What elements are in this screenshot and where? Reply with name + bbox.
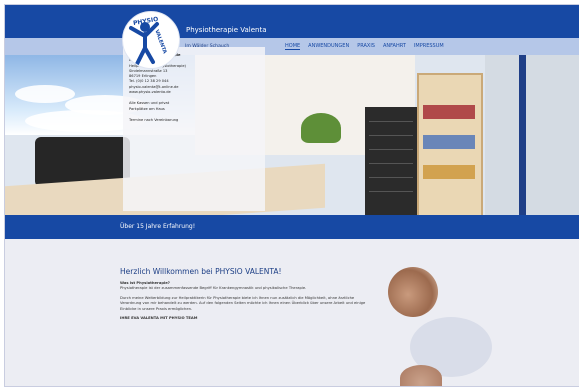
hero-image bbox=[5, 55, 579, 215]
experience-banner bbox=[5, 215, 579, 239]
site-title: Physiotherapie Valenta bbox=[186, 26, 267, 34]
massage-photo bbox=[388, 267, 438, 317]
main-nav: HOME ANWENDUNGEN PRAXIS ANFAHRT IMPRESSU… bbox=[285, 43, 444, 50]
drawer-cabinet bbox=[365, 107, 417, 215]
info-appointments: Termine nach Vereinbarung bbox=[129, 117, 179, 122]
glass-door bbox=[485, 55, 579, 215]
nav-item-impressum[interactable]: IMPRESSUM bbox=[414, 43, 444, 50]
welcome-text: Was ist Physiotherapie? Physiotherapie i… bbox=[120, 281, 370, 321]
logo[interactable]: PHYSIO VALENTA bbox=[122, 11, 180, 69]
welcome-heading: Herzlich Willkommen bei PHYSIO VALENTA! bbox=[120, 267, 282, 276]
nav-item-anfahrt[interactable]: ANFAHRT bbox=[383, 43, 406, 50]
product-shelf bbox=[417, 73, 483, 215]
browser-page: Physiotherapie Valenta Im Wälder Schauch… bbox=[4, 4, 579, 387]
treatment-photo bbox=[400, 365, 442, 386]
contact-infobox: Praxis für Physiotherapie Eva Valenta He… bbox=[123, 47, 265, 211]
orchid-plant bbox=[301, 113, 341, 143]
nav-item-praxis[interactable]: PRAXIS bbox=[357, 43, 375, 50]
nav-item-home[interactable]: HOME bbox=[285, 43, 301, 50]
signature: IHRE EVA VALENTA MIT PHYSIO TEAM bbox=[120, 316, 198, 321]
nav-item-anwendungen[interactable]: ANWENDUNGEN bbox=[308, 43, 349, 50]
person-icon bbox=[129, 22, 159, 66]
header-bar bbox=[5, 5, 579, 38]
banner-text: Über 15 Jahre Erfahrung! bbox=[120, 223, 196, 230]
door-frame-strip bbox=[519, 55, 526, 215]
paragraph-2: Durch meine Weiterbildung zur Heilprakti… bbox=[120, 295, 366, 311]
